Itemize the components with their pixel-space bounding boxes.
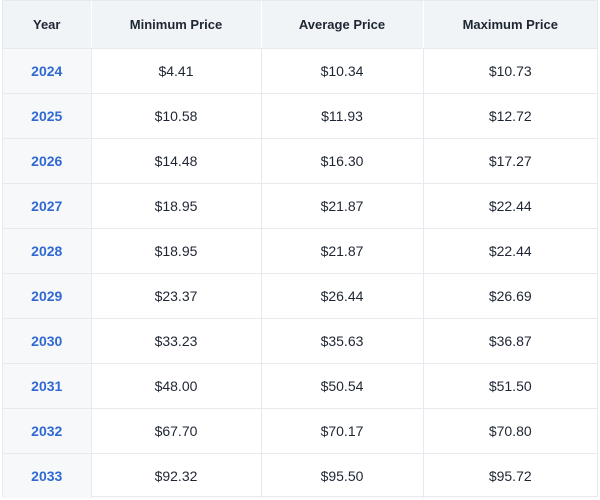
table-body: 2024 $4.41 $10.34 $10.73 2025 $10.58 $11…	[3, 48, 597, 498]
header-maximum-price: Maximum Price	[423, 1, 597, 49]
year-cell[interactable]: 2032	[3, 408, 92, 454]
max-price-cell: $95.72	[488, 467, 532, 484]
year-cell[interactable]: 2030	[3, 318, 92, 364]
max-price-cell: $70.80	[423, 408, 597, 454]
avg-price-cell: $21.87	[261, 228, 424, 274]
table-row: 2026 $14.48 $16.30 $17.27	[3, 138, 597, 184]
year-cell[interactable]: 2033	[3, 453, 92, 498]
max-price-cell: $26.69	[423, 273, 597, 319]
year-cell[interactable]: 2024	[3, 48, 92, 94]
avg-price-cell: $21.87	[261, 183, 424, 229]
max-price-cell: $51.50	[423, 363, 597, 409]
min-price-cell: $23.37	[91, 273, 262, 319]
avg-price-cell: $50.54	[261, 363, 424, 409]
year-cell[interactable]: 2031	[3, 363, 92, 409]
min-price-cell: $18.95	[91, 183, 262, 229]
min-price-cell: $48.00	[91, 363, 262, 409]
min-price-cell: $4.41	[91, 48, 262, 94]
price-prediction-table-container: Year Minimum Price Average Price Maximum…	[2, 0, 598, 498]
min-price-cell: $14.48	[91, 138, 262, 184]
header-average-price: Average Price	[261, 1, 424, 49]
table-row: 2032 $67.70 $70.17 $70.80	[3, 408, 597, 454]
min-price-cell: $92.32	[91, 453, 262, 498]
avg-price-cell: $10.34	[261, 48, 424, 94]
avg-price-cell: $16.30	[261, 138, 424, 184]
max-price-cell: $22.44	[423, 183, 597, 229]
max-price-cell: $36.87	[423, 318, 597, 364]
header-row: Year Minimum Price Average Price Maximum…	[3, 1, 597, 49]
min-price-cell: $67.70	[91, 408, 262, 454]
min-price-cell: $10.58	[91, 93, 262, 139]
table-row: 2028 $18.95 $21.87 $22.44	[3, 228, 597, 274]
table-row: 2033 $92.32 $95.50 $95.72	[3, 453, 597, 498]
table-header: Year Minimum Price Average Price Maximum…	[3, 1, 597, 49]
max-price-cell: $10.73	[423, 48, 597, 94]
year-cell[interactable]: 2027	[3, 183, 92, 229]
min-price-cell: $33.23	[91, 318, 262, 364]
max-price-cell: $12.72	[423, 93, 597, 139]
min-price-cell: $18.95	[91, 228, 262, 274]
avg-price-cell: $70.17	[261, 408, 424, 454]
table-row: 2027 $18.95 $21.87 $22.44	[3, 183, 597, 229]
max-price-cell: $22.44	[423, 228, 597, 274]
table-row: 2029 $23.37 $26.44 $26.69	[3, 273, 597, 319]
avg-price-cell: $95.50	[261, 453, 424, 498]
avg-price-cell: $26.44	[261, 273, 424, 319]
year-cell[interactable]: 2025	[3, 93, 92, 139]
year-cell[interactable]: 2028	[3, 228, 92, 274]
price-prediction-table: Year Minimum Price Average Price Maximum…	[3, 1, 597, 498]
year-cell[interactable]: 2029	[3, 273, 92, 319]
max-price-cell: $17.27	[423, 138, 597, 184]
avg-price-cell: $11.93	[261, 93, 424, 139]
table-row: 2031 $48.00 $50.54 $51.50	[3, 363, 597, 409]
table-row: 2024 $4.41 $10.34 $10.73	[3, 48, 597, 94]
table-row: 2025 $10.58 $11.93 $12.72	[3, 93, 597, 139]
year-cell[interactable]: 2026	[3, 138, 92, 184]
table-row: 2030 $33.23 $35.63 $36.87	[3, 318, 597, 364]
header-minimum-price: Minimum Price	[91, 1, 262, 49]
header-year: Year	[3, 1, 92, 49]
avg-price-cell: $35.63	[261, 318, 424, 364]
